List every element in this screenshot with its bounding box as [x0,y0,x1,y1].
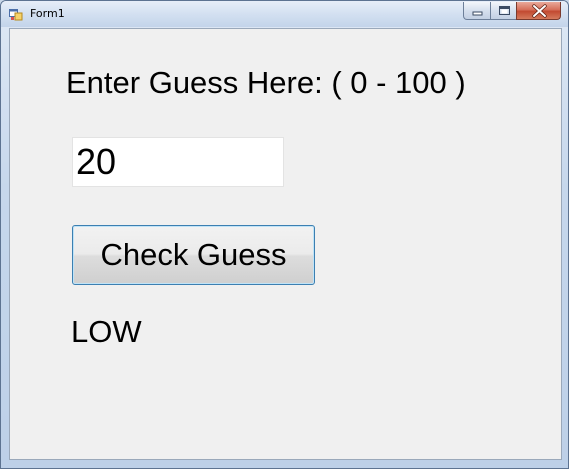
result-label: LOW [71,314,142,349]
guess-prompt-label: Enter Guess Here: ( 0 - 100 ) [66,65,466,100]
check-guess-button[interactable]: Check Guess [72,225,315,285]
guess-input[interactable] [72,137,284,187]
app-window: Form1 Enter Guess Here: ( 0 - 100 ) Chec… [0,0,569,469]
form-client-area: Enter Guess Here: ( 0 - 100 ) Check Gues… [9,28,562,460]
maximize-icon [499,6,510,15]
close-icon [532,4,547,18]
maximize-button[interactable] [490,2,517,20]
close-button[interactable] [516,2,561,20]
title-bar[interactable]: Form1 [1,1,568,27]
window-title: Form1 [30,7,65,20]
form-app-icon[interactable] [9,7,23,21]
minimize-button[interactable] [463,2,491,20]
minimize-icon [472,11,483,16]
